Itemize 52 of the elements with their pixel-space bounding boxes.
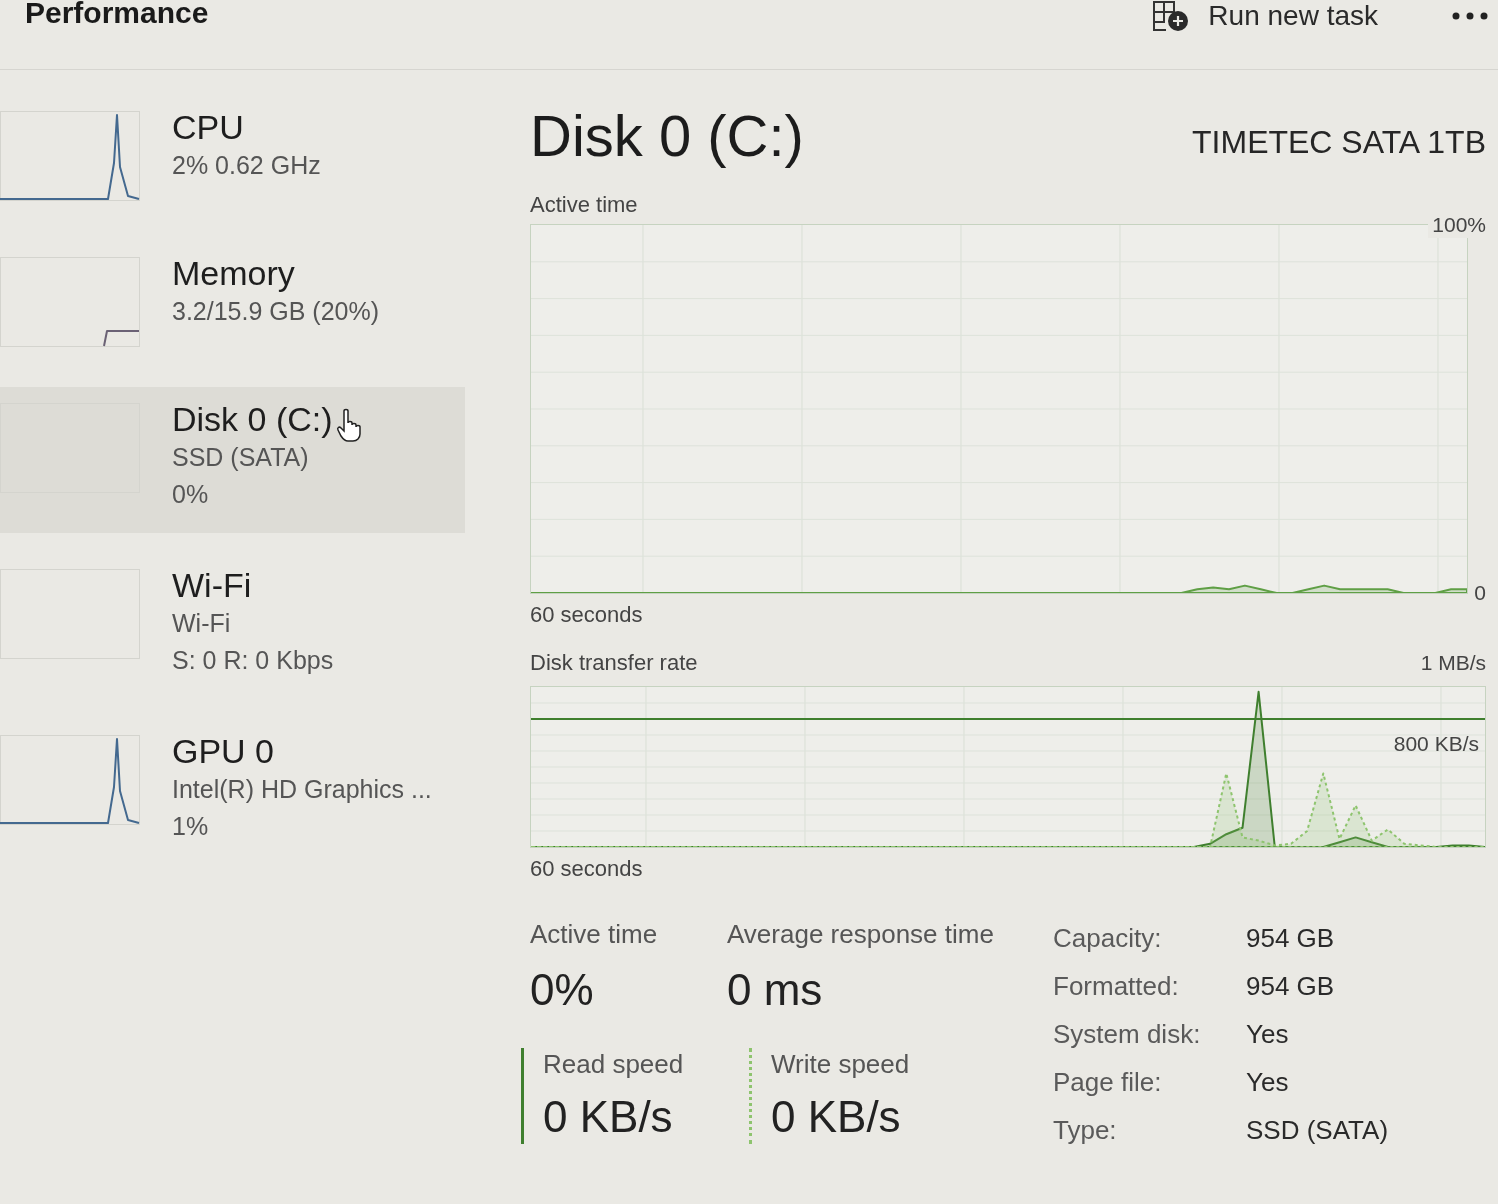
property-value: 954 GB <box>1246 922 1336 955</box>
item-title: CPU <box>172 107 245 147</box>
property-value: 954 GB <box>1246 970 1336 1003</box>
property-value: SSD (SATA) <box>1246 1114 1389 1147</box>
item-title: Disk 0 (C:) <box>172 399 333 439</box>
legend-label: Read speed <box>543 1048 684 1080</box>
scale-line-label: 800 KB/s <box>1393 731 1479 757</box>
usage-graph-icon <box>0 111 140 201</box>
stat-value: 0 KB/s <box>771 1091 902 1143</box>
disk-title: Disk 0 (C:) <box>530 104 804 168</box>
item-title: GPU 0 <box>172 731 276 771</box>
window-plus-icon <box>1152 0 1191 32</box>
chart-title: Disk transfer rate <box>530 650 698 676</box>
stat-value: 0% <box>530 964 595 1016</box>
item-detail: 3.2/15.9 GB (20%) <box>172 296 380 327</box>
sidebar-item[interactable]: Disk 0 (C:) SSD (SATA) 0% <box>0 387 465 533</box>
property-label: Page file: <box>1053 1066 1163 1099</box>
property-label: Capacity: <box>1053 922 1163 955</box>
item-detail: 2% 0.62 GHz <box>172 150 321 181</box>
stat-label: Active time <box>530 918 659 950</box>
item-title: Memory <box>172 253 296 293</box>
legend-label: Write speed <box>771 1048 910 1080</box>
sidebar-item[interactable]: Wi-Fi Wi-Fi S: 0 R: 0 Kbps <box>0 553 465 699</box>
item-detail: 1% <box>172 811 210 842</box>
stat-value: 0 ms <box>727 964 824 1016</box>
item-detail: S: 0 R: 0 Kbps <box>172 645 334 676</box>
usage-graph-icon <box>0 735 140 825</box>
sidebar-item[interactable]: GPU 0 Intel(R) HD Graphics ... 1% <box>0 719 465 865</box>
time-span-label: 60 seconds <box>530 856 643 882</box>
hand-cursor-icon <box>336 408 362 442</box>
sidebar-item[interactable]: Memory 3.2/15.9 GB (20%) <box>0 241 465 367</box>
item-detail: SSD (SATA) <box>172 442 310 473</box>
item-title: Wi-Fi <box>172 565 253 605</box>
run-new-task-button[interactable]: Run new task <box>1152 0 1378 32</box>
sidebar-item[interactable]: CPU 2% 0.62 GHz <box>0 95 465 221</box>
usage-graph-icon <box>0 257 140 347</box>
property-label: Type: <box>1053 1114 1118 1147</box>
page-title: Performance <box>25 0 209 29</box>
property-label: System disk: <box>1053 1018 1202 1051</box>
property-value: Yes <box>1246 1066 1290 1099</box>
stat-label: Average response time <box>727 918 995 950</box>
property-value: Yes <box>1246 1018 1290 1051</box>
item-detail: 0% <box>172 479 210 510</box>
more-icon <box>1452 12 1488 20</box>
item-detail: Wi-Fi <box>172 608 232 639</box>
scale-max-label: 1 MB/s <box>1420 650 1486 676</box>
disk-model: TIMETEC SATA 1TB <box>1192 123 1486 162</box>
stat-value: 0 KB/s <box>543 1091 674 1143</box>
chart-title: Active time <box>530 192 638 218</box>
property-label: Formatted: <box>1053 970 1180 1003</box>
item-detail: Intel(R) HD Graphics ... <box>172 774 432 805</box>
time-span-label: 60 seconds <box>530 602 643 628</box>
